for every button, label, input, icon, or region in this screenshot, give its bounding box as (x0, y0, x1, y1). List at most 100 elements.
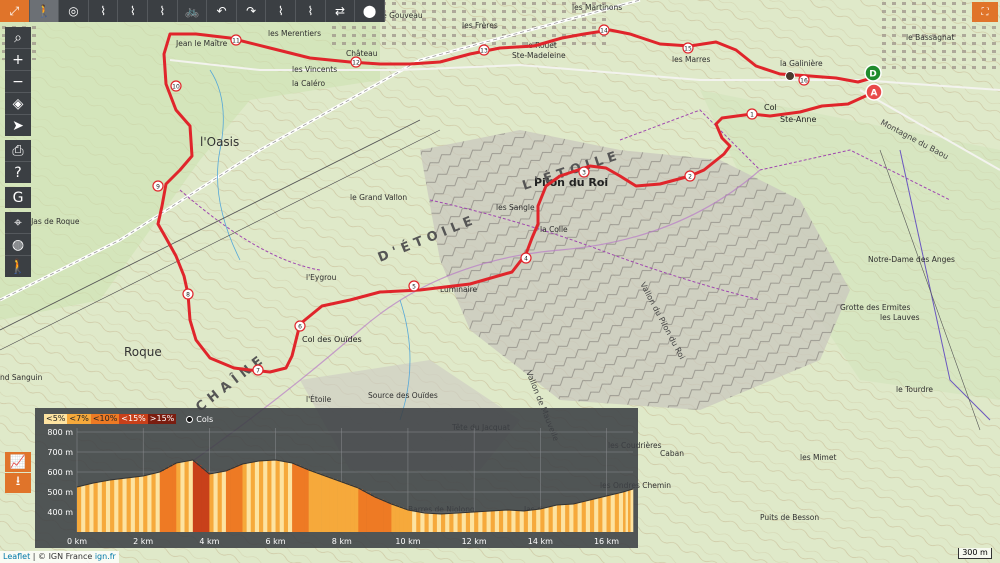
profile-segment-bar (540, 508, 545, 532)
waypoint-marker[interactable]: 10 (170, 80, 182, 92)
undo-button[interactable]: ↶ (207, 0, 237, 22)
profile-segment-bar (391, 504, 396, 532)
profile-segment-bar (358, 489, 363, 532)
waypoint-marker[interactable]: 11 (230, 34, 242, 46)
profile-segment-bar (548, 506, 554, 532)
profile-segment-bar (503, 510, 508, 532)
google-button[interactable]: G (5, 187, 31, 208)
waypoint-marker[interactable]: 8 (182, 288, 194, 300)
hiker-icon: 🚶 (36, 4, 52, 18)
profile-segment-bar (209, 473, 214, 532)
expand-button[interactable]: ⤢ (0, 0, 30, 22)
ign-link[interactable]: ign.fr (95, 552, 116, 561)
waypoint-marker[interactable]: 12 (350, 56, 362, 68)
crosshair-button[interactable]: ⌖ (5, 212, 31, 234)
waypoint-marker[interactable]: 5 (408, 280, 420, 292)
profile-segment-bar (457, 512, 463, 532)
profile-segment-bar (81, 485, 86, 532)
waypoint-number: 15 (684, 46, 692, 53)
place-label: Col des Ouïdes (302, 335, 362, 344)
waypoint-marker[interactable]: 4 (520, 252, 532, 264)
zoom-in-button[interactable]: + (5, 49, 31, 71)
profile-segment-bar (163, 468, 169, 532)
point-of-interest-marker[interactable] (785, 71, 795, 81)
profile-segment-bar (628, 490, 631, 532)
waypoint-number: 14 (600, 28, 608, 35)
waypoint-number: 6 (298, 324, 302, 331)
waypoint-marker[interactable]: 13 (478, 44, 490, 56)
search-button[interactable]: ⌕ (5, 27, 31, 49)
help-button[interactable]: ? (5, 162, 31, 183)
swap-button[interactable]: ⇄ (325, 0, 356, 22)
profile-segment-bar (271, 460, 276, 532)
left-toolbar-group: ⌕ + − ◈ ➤ (5, 27, 31, 136)
profile-segment-bar (122, 478, 127, 532)
waypoint-marker[interactable]: 15 (682, 42, 694, 54)
profile-segment-bar (341, 482, 347, 532)
profile-segment-bar (556, 504, 562, 532)
route-node-button[interactable]: ⌇ (118, 0, 149, 22)
place-label: les Merentiers (268, 29, 321, 38)
waypoint-marker[interactable]: 16 (798, 74, 810, 86)
waypoint-marker[interactable]: 3 (578, 166, 590, 178)
end-marker[interactable]: A (865, 83, 883, 101)
route-node-button[interactable]: ⌇ (148, 0, 178, 22)
start-marker[interactable]: D (864, 64, 882, 82)
route-node-icon: ⌇ (100, 4, 107, 18)
profile-segment-bar (478, 511, 483, 532)
print-button[interactable]: ⎙ (5, 140, 31, 162)
waypoint-marker[interactable]: 6 (294, 320, 306, 332)
profile-segment-bar (292, 463, 297, 532)
profile-segment-bar (403, 509, 409, 532)
redo-button[interactable]: ↷ (236, 0, 267, 22)
profile-segment-bar (395, 506, 400, 532)
profile-segment-bar (581, 501, 587, 532)
route-node-button[interactable]: ⌇ (296, 0, 326, 22)
hiker-button[interactable]: 🚶 (5, 256, 31, 277)
profile-segment-bar (139, 476, 144, 532)
profile-segment-bar (238, 464, 243, 532)
route-node-button[interactable]: ⌇ (88, 0, 119, 22)
profile-segment-bar (449, 513, 454, 532)
elevation-chart-button[interactable]: 📈 (5, 452, 31, 472)
locate-button[interactable]: ➤ (5, 115, 31, 136)
leaflet-link[interactable]: Leaflet (3, 552, 30, 561)
elevation-profile-chart[interactable]: 400 m 500 m 600 m 700 m 800 m 0 km 2 km 4 km 6 … (35, 408, 638, 548)
waypoint-marker[interactable]: 1 (746, 108, 758, 120)
globe-button[interactable]: ◍ (5, 234, 31, 256)
waypoint-marker[interactable]: 2 (684, 170, 696, 182)
eye-off-button[interactable]: ◎ (59, 0, 89, 22)
profile-segment-bar (445, 513, 450, 532)
profile-segment-bar (217, 472, 223, 532)
zoom-out-button[interactable]: − (5, 71, 31, 93)
marker-button[interactable]: ⬤ (355, 0, 385, 22)
profile-segment-bar (101, 481, 107, 532)
waypoint-marker[interactable]: 14 (598, 24, 610, 36)
profile-segment-bar (316, 473, 322, 532)
zoom-out-icon: − (12, 73, 24, 90)
profile-segment-bar (196, 465, 202, 532)
bike-icon: 🚲 (184, 4, 200, 18)
profile-segment-bar (184, 461, 189, 532)
route-node-button[interactable]: ⌇ (266, 0, 297, 22)
profile-segment-bar (312, 472, 318, 532)
waypoint-marker[interactable]: 7 (252, 364, 264, 376)
search-icon: ⌕ (14, 29, 22, 46)
download-button[interactable]: ⭳ (5, 473, 31, 493)
profile-segment-bar (623, 491, 626, 532)
place-label: Caban (660, 449, 684, 458)
layers-button[interactable]: ◈ (5, 93, 31, 115)
profile-segment-bar (374, 497, 380, 532)
profile-segment-bar (625, 490, 629, 532)
profile-segment-bar (428, 513, 434, 532)
profile-y-tick-label: 800 m (47, 428, 73, 437)
waypoint-marker[interactable]: 9 (152, 180, 164, 192)
bike-button[interactable]: 🚲 (177, 0, 208, 22)
place-label: les Sangle (496, 203, 535, 212)
profile-segment-bar (453, 513, 458, 532)
place-label: Roque (124, 345, 162, 359)
fullscreen-button[interactable]: ⛶ (972, 2, 998, 22)
help-icon: ? (14, 164, 22, 181)
hiker-button[interactable]: 🚶 (29, 0, 60, 22)
profile-segment-bar (532, 509, 537, 532)
